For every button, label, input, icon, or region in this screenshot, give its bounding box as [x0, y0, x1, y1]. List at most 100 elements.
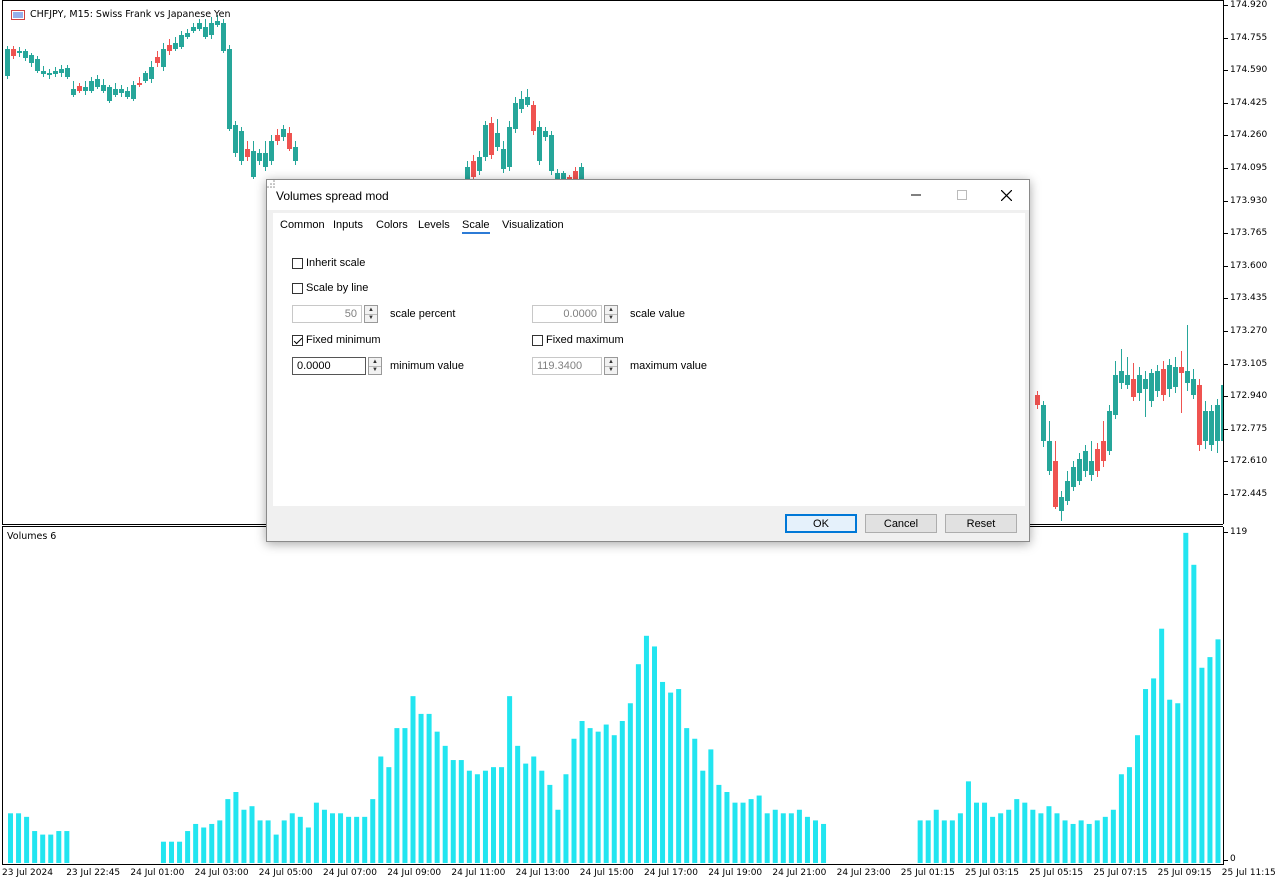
spin-up-icon[interactable]: ▲ — [605, 306, 617, 315]
cancel-button[interactable]: Cancel — [865, 514, 937, 533]
axis-tick — [1224, 461, 1228, 463]
tab-visualization[interactable]: Visualization — [502, 219, 564, 231]
scale-percent-input[interactable] — [292, 305, 362, 323]
candlestick — [17, 47, 22, 57]
axis-tick — [1224, 37, 1228, 39]
candlestick — [1191, 369, 1196, 399]
candlestick — [107, 85, 112, 103]
volume-bar — [1030, 809, 1036, 863]
volume-bar — [579, 721, 585, 863]
dialog-title: Volumes spread mod — [276, 189, 389, 203]
resize-grip-icon[interactable] — [267, 180, 275, 188]
volume-bar — [571, 738, 577, 863]
volume-bar — [466, 770, 472, 863]
time-axis-label: 24 Jul 05:00 — [258, 868, 313, 878]
fixed-minimum-option[interactable]: Fixed minimum — [292, 334, 381, 346]
scale-by-line-label: Scale by line — [306, 282, 369, 294]
candlestick — [131, 81, 136, 101]
tab-common[interactable]: Common — [280, 219, 325, 231]
minimum-value-spin[interactable]: ▲ ▼ — [368, 357, 382, 375]
tab-colors[interactable]: Colors — [376, 219, 408, 231]
minimum-value-input[interactable] — [292, 357, 366, 375]
minimize-button[interactable] — [893, 180, 939, 210]
spin-down-icon[interactable]: ▼ — [605, 367, 617, 375]
volume-bar — [338, 813, 344, 863]
spin-up-icon[interactable]: ▲ — [365, 306, 377, 315]
inherit-scale-checkbox[interactable] — [292, 257, 303, 269]
axis-tick — [1224, 396, 1228, 398]
candlestick — [41, 66, 46, 77]
candlestick — [77, 83, 82, 93]
inherit-scale-option[interactable]: Inherit scale — [292, 257, 365, 269]
close-button[interactable] — [983, 180, 1029, 210]
volume-bar — [821, 823, 827, 863]
volume-bar — [804, 816, 810, 863]
maximum-value-spin[interactable]: ▲ ▼ — [604, 357, 618, 375]
maximum-value-input[interactable] — [532, 357, 602, 375]
volume-bar — [273, 834, 279, 863]
volume-bar — [233, 792, 239, 863]
spin-down-icon[interactable]: ▼ — [605, 315, 617, 323]
scale-by-line-option[interactable]: Scale by line — [292, 282, 368, 294]
candlestick — [143, 71, 148, 83]
scale-value-input[interactable] — [532, 305, 602, 323]
candlestick — [537, 121, 542, 165]
tab-scale[interactable]: Scale — [462, 219, 490, 234]
reset-button[interactable]: Reset — [945, 514, 1017, 533]
candlestick — [1161, 361, 1166, 401]
tab-levels[interactable]: Levels — [418, 219, 450, 231]
scale-percent-stepper[interactable]: ▲▼ — [292, 305, 378, 323]
spin-up-icon[interactable]: ▲ — [605, 358, 617, 367]
price-axis-label: 172.940 — [1230, 391, 1268, 402]
scale-value-spin[interactable]: ▲ ▼ — [604, 305, 618, 323]
scale-percent-spin[interactable]: ▲ ▼ — [364, 305, 378, 323]
volume-bar — [1199, 667, 1205, 863]
minimum-value-stepper[interactable]: ▲▼ — [292, 357, 382, 375]
volume-bar — [249, 806, 255, 863]
spin-down-icon[interactable]: ▼ — [365, 315, 377, 323]
volume-bar — [160, 841, 166, 863]
volume-bar — [491, 767, 496, 863]
volume-bar — [788, 813, 794, 863]
fixed-maximum-checkbox[interactable] — [532, 334, 543, 346]
volume-bar — [281, 820, 287, 863]
volume-bar — [708, 749, 714, 863]
volume-bar — [587, 728, 593, 863]
maximize-button[interactable] — [939, 180, 985, 210]
volumes-properties-dialog: Volumes spread mod Common Inputs Colors … — [266, 179, 1030, 542]
volume-bar — [668, 692, 674, 863]
volume-bar — [418, 713, 424, 863]
ok-button[interactable]: OK — [785, 514, 857, 533]
maximum-value-stepper[interactable]: ▲▼ — [532, 357, 618, 375]
candlestick — [137, 77, 142, 87]
tab-inputs[interactable]: Inputs — [333, 219, 363, 231]
candlestick — [1035, 391, 1040, 409]
candlestick — [1137, 367, 1142, 401]
time-axis-label: 24 Jul 11:00 — [451, 868, 506, 878]
volume-bar — [692, 738, 698, 863]
axis-tick — [1224, 5, 1228, 6]
volume-bar — [756, 795, 762, 863]
dialog-titlebar[interactable]: Volumes spread mod — [267, 180, 1029, 210]
volume-chart[interactable]: Volumes 6 — [2, 527, 1223, 865]
volume-bar — [627, 703, 633, 863]
spin-up-icon[interactable]: ▲ — [369, 358, 381, 367]
scale-value-stepper[interactable]: ▲▼ — [532, 305, 618, 323]
scale-by-line-checkbox[interactable] — [292, 282, 303, 294]
price-axis-label: 172.775 — [1230, 423, 1268, 434]
spin-down-icon[interactable]: ▼ — [369, 367, 381, 375]
minimum-value-label: minimum value — [390, 360, 464, 372]
price-axis-label: 172.445 — [1230, 489, 1268, 499]
time-axis-label: 24 Jul 07:00 — [323, 868, 377, 878]
candlestick — [161, 43, 166, 71]
candlestick — [1143, 371, 1148, 417]
volume-bar — [330, 813, 335, 863]
volume-bar — [748, 799, 754, 863]
fixed-maximum-option[interactable]: Fixed maximum — [532, 334, 624, 346]
volume-bar — [531, 756, 537, 863]
fixed-minimum-checkbox[interactable] — [292, 334, 303, 346]
volume-bar — [450, 760, 456, 863]
candlestick — [1047, 421, 1052, 475]
candlestick — [1089, 441, 1094, 481]
volume-bar — [201, 827, 207, 863]
